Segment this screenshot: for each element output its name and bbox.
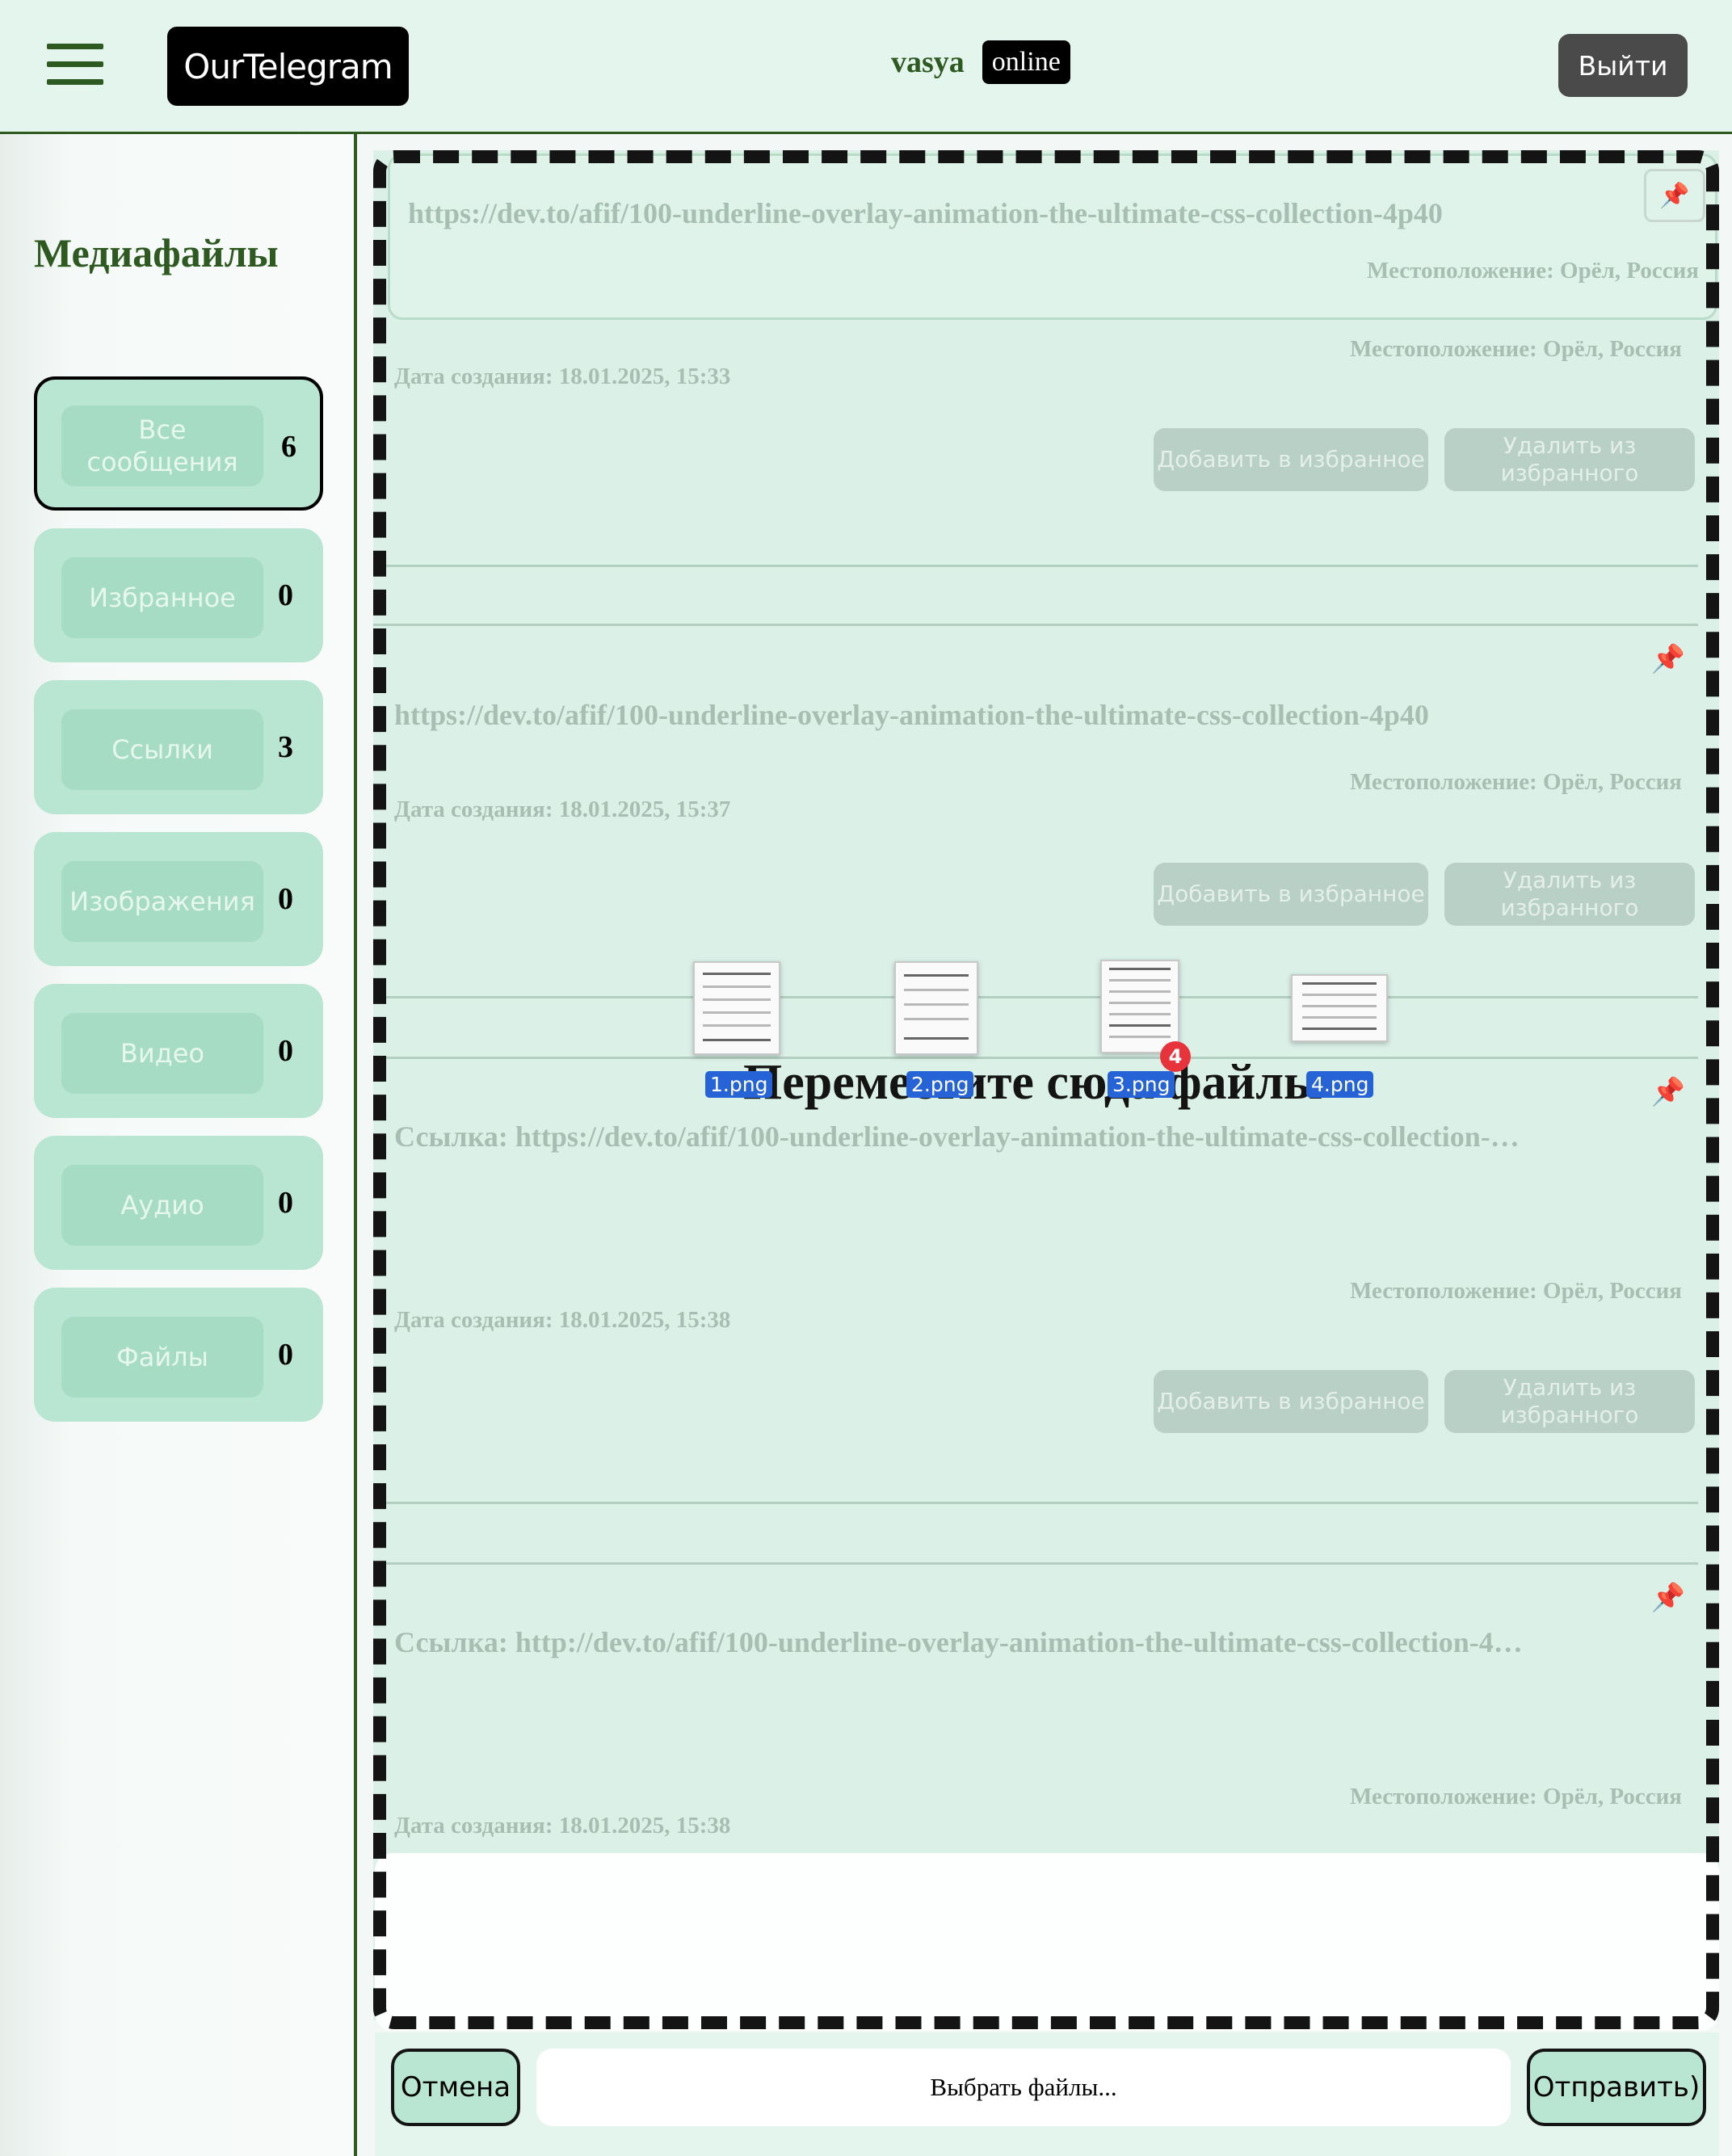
dragged-file-thumbnail xyxy=(1100,960,1179,1053)
drop-zone-text: Переместите сюда файлы xyxy=(743,1055,1323,1110)
category-button[interactable]: Все сообщения xyxy=(61,406,263,486)
add-favorite-button[interactable]: Добавить в избранное xyxy=(1154,1370,1428,1433)
message-divider xyxy=(373,996,1698,998)
dragged-file-thumbnail xyxy=(1291,974,1388,1042)
message-date: Дата создания: 18.01.2025, 15:38 xyxy=(394,1813,731,1839)
message-divider xyxy=(373,1502,1698,1504)
message-divider xyxy=(373,1562,1698,1565)
media-sidebar: Медиафайлы Все сообщения 6 Избранное 0 С… xyxy=(0,134,357,2156)
message-link[interactable]: Ссылка: https://dev.to/afif/100-underlin… xyxy=(394,1120,1520,1154)
message-date: Дата создания: 18.01.2025, 15:38 xyxy=(394,1307,731,1333)
message-location: Местоположение: Орёл, Россия xyxy=(1350,769,1682,795)
message-location: Местоположение: Орёл, Россия xyxy=(1350,1278,1682,1304)
message-date: Дата создания: 18.01.2025, 15:33 xyxy=(394,364,731,389)
user-info: vasya online xyxy=(891,40,1070,84)
send-button[interactable]: Отправить) xyxy=(1527,2049,1706,2126)
pin-icon[interactable]: 📌 xyxy=(1651,1076,1685,1108)
add-favorite-button[interactable]: Добавить в избранное xyxy=(1154,428,1428,491)
pin-icon[interactable]: 📌 xyxy=(1644,169,1705,222)
message-location: Местоположение: Орёл, Россия xyxy=(1367,258,1699,284)
sidebar-item-images[interactable]: Изображения 0 xyxy=(34,832,323,966)
category-count: 0 xyxy=(278,1338,293,1372)
menu-icon[interactable] xyxy=(47,44,103,86)
category-count: 0 xyxy=(278,578,293,612)
category-count: 0 xyxy=(278,882,293,916)
dragged-file-thumbnail xyxy=(693,961,780,1055)
message-item: 📌 https://dev.to/afif/100-underline-over… xyxy=(373,643,1698,1063)
file-name-label: 4.png xyxy=(1306,1071,1374,1098)
message-link[interactable]: https://dev.to/afif/100-underline-overla… xyxy=(408,196,1443,230)
pin-icon[interactable]: 📌 xyxy=(1651,1582,1685,1614)
file-name-label: 2.png xyxy=(906,1071,974,1098)
category-count: 6 xyxy=(281,430,296,464)
sidebar-item-audio[interactable]: Аудио 0 xyxy=(34,1136,323,1270)
category-count: 0 xyxy=(278,1186,293,1220)
remove-favorite-button[interactable]: Удалить из избранного xyxy=(1444,1370,1695,1433)
sidebar-item-favorites[interactable]: Избранное 0 xyxy=(34,528,323,662)
message-date: Дата создания: 18.01.2025, 15:37 xyxy=(394,796,731,822)
cancel-button[interactable]: Отмена xyxy=(391,2049,520,2126)
sidebar-title: Медиафайлы xyxy=(34,230,279,275)
app-header: OurTelegram vasya online Выйти xyxy=(0,0,1732,134)
category-button[interactable]: Избранное xyxy=(61,557,263,638)
input-backdrop xyxy=(375,1853,1719,2031)
message-location: Местоположение: Орёл, Россия xyxy=(1350,336,1682,362)
add-favorite-button[interactable]: Добавить в избранное xyxy=(1154,863,1428,926)
file-name-label: 1.png xyxy=(705,1071,773,1098)
file-name-label: 3.png xyxy=(1108,1071,1175,1098)
file-picker-input[interactable]: Выбрать файлы... xyxy=(536,2049,1511,2126)
sidebar-item-files[interactable]: Файлы 0 xyxy=(34,1288,323,1422)
remove-favorite-button[interactable]: Удалить из избранного xyxy=(1444,863,1695,926)
username: vasya xyxy=(891,45,965,79)
sidebar-item-video[interactable]: Видео 0 xyxy=(34,984,323,1118)
category-count: 0 xyxy=(278,1034,293,1068)
category-button[interactable]: Аудио xyxy=(61,1165,263,1246)
message-link[interactable]: Ссылка: http://dev.to/afif/100-underline… xyxy=(394,1625,1523,1659)
app-logo[interactable]: OurTelegram xyxy=(167,27,409,106)
file-count-badge: 4 xyxy=(1160,1041,1191,1072)
category-button[interactable]: Ссылки xyxy=(61,709,263,790)
sidebar-item-all-messages[interactable]: Все сообщения 6 xyxy=(34,376,323,511)
remove-favorite-button[interactable]: Удалить из избранного xyxy=(1444,428,1695,491)
message-location: Местоположение: Орёл, Россия xyxy=(1350,1784,1682,1809)
message-composer: Отмена Выбрать файлы... Отправить) xyxy=(375,2032,1719,2156)
message-divider xyxy=(373,624,1698,626)
logout-button[interactable]: Выйти xyxy=(1558,34,1688,97)
status-badge: online xyxy=(982,40,1070,84)
category-button[interactable]: Видео xyxy=(61,1013,263,1094)
category-count: 3 xyxy=(278,730,293,764)
sidebar-item-links[interactable]: Ссылки 3 xyxy=(34,680,323,814)
dragged-file-thumbnail xyxy=(894,961,978,1055)
pin-icon[interactable]: 📌 xyxy=(1651,643,1685,675)
category-button[interactable]: Файлы xyxy=(61,1317,263,1397)
message-card: https://dev.to/afif/100-underline-overla… xyxy=(388,153,1717,320)
message-divider xyxy=(373,565,1698,567)
message-link[interactable]: https://dev.to/afif/100-underline-overla… xyxy=(394,698,1429,732)
category-button[interactable]: Изображения xyxy=(61,861,263,942)
message-item: 📌 Ссылка: https://dev.to/afif/100-underl… xyxy=(373,1076,1698,1528)
